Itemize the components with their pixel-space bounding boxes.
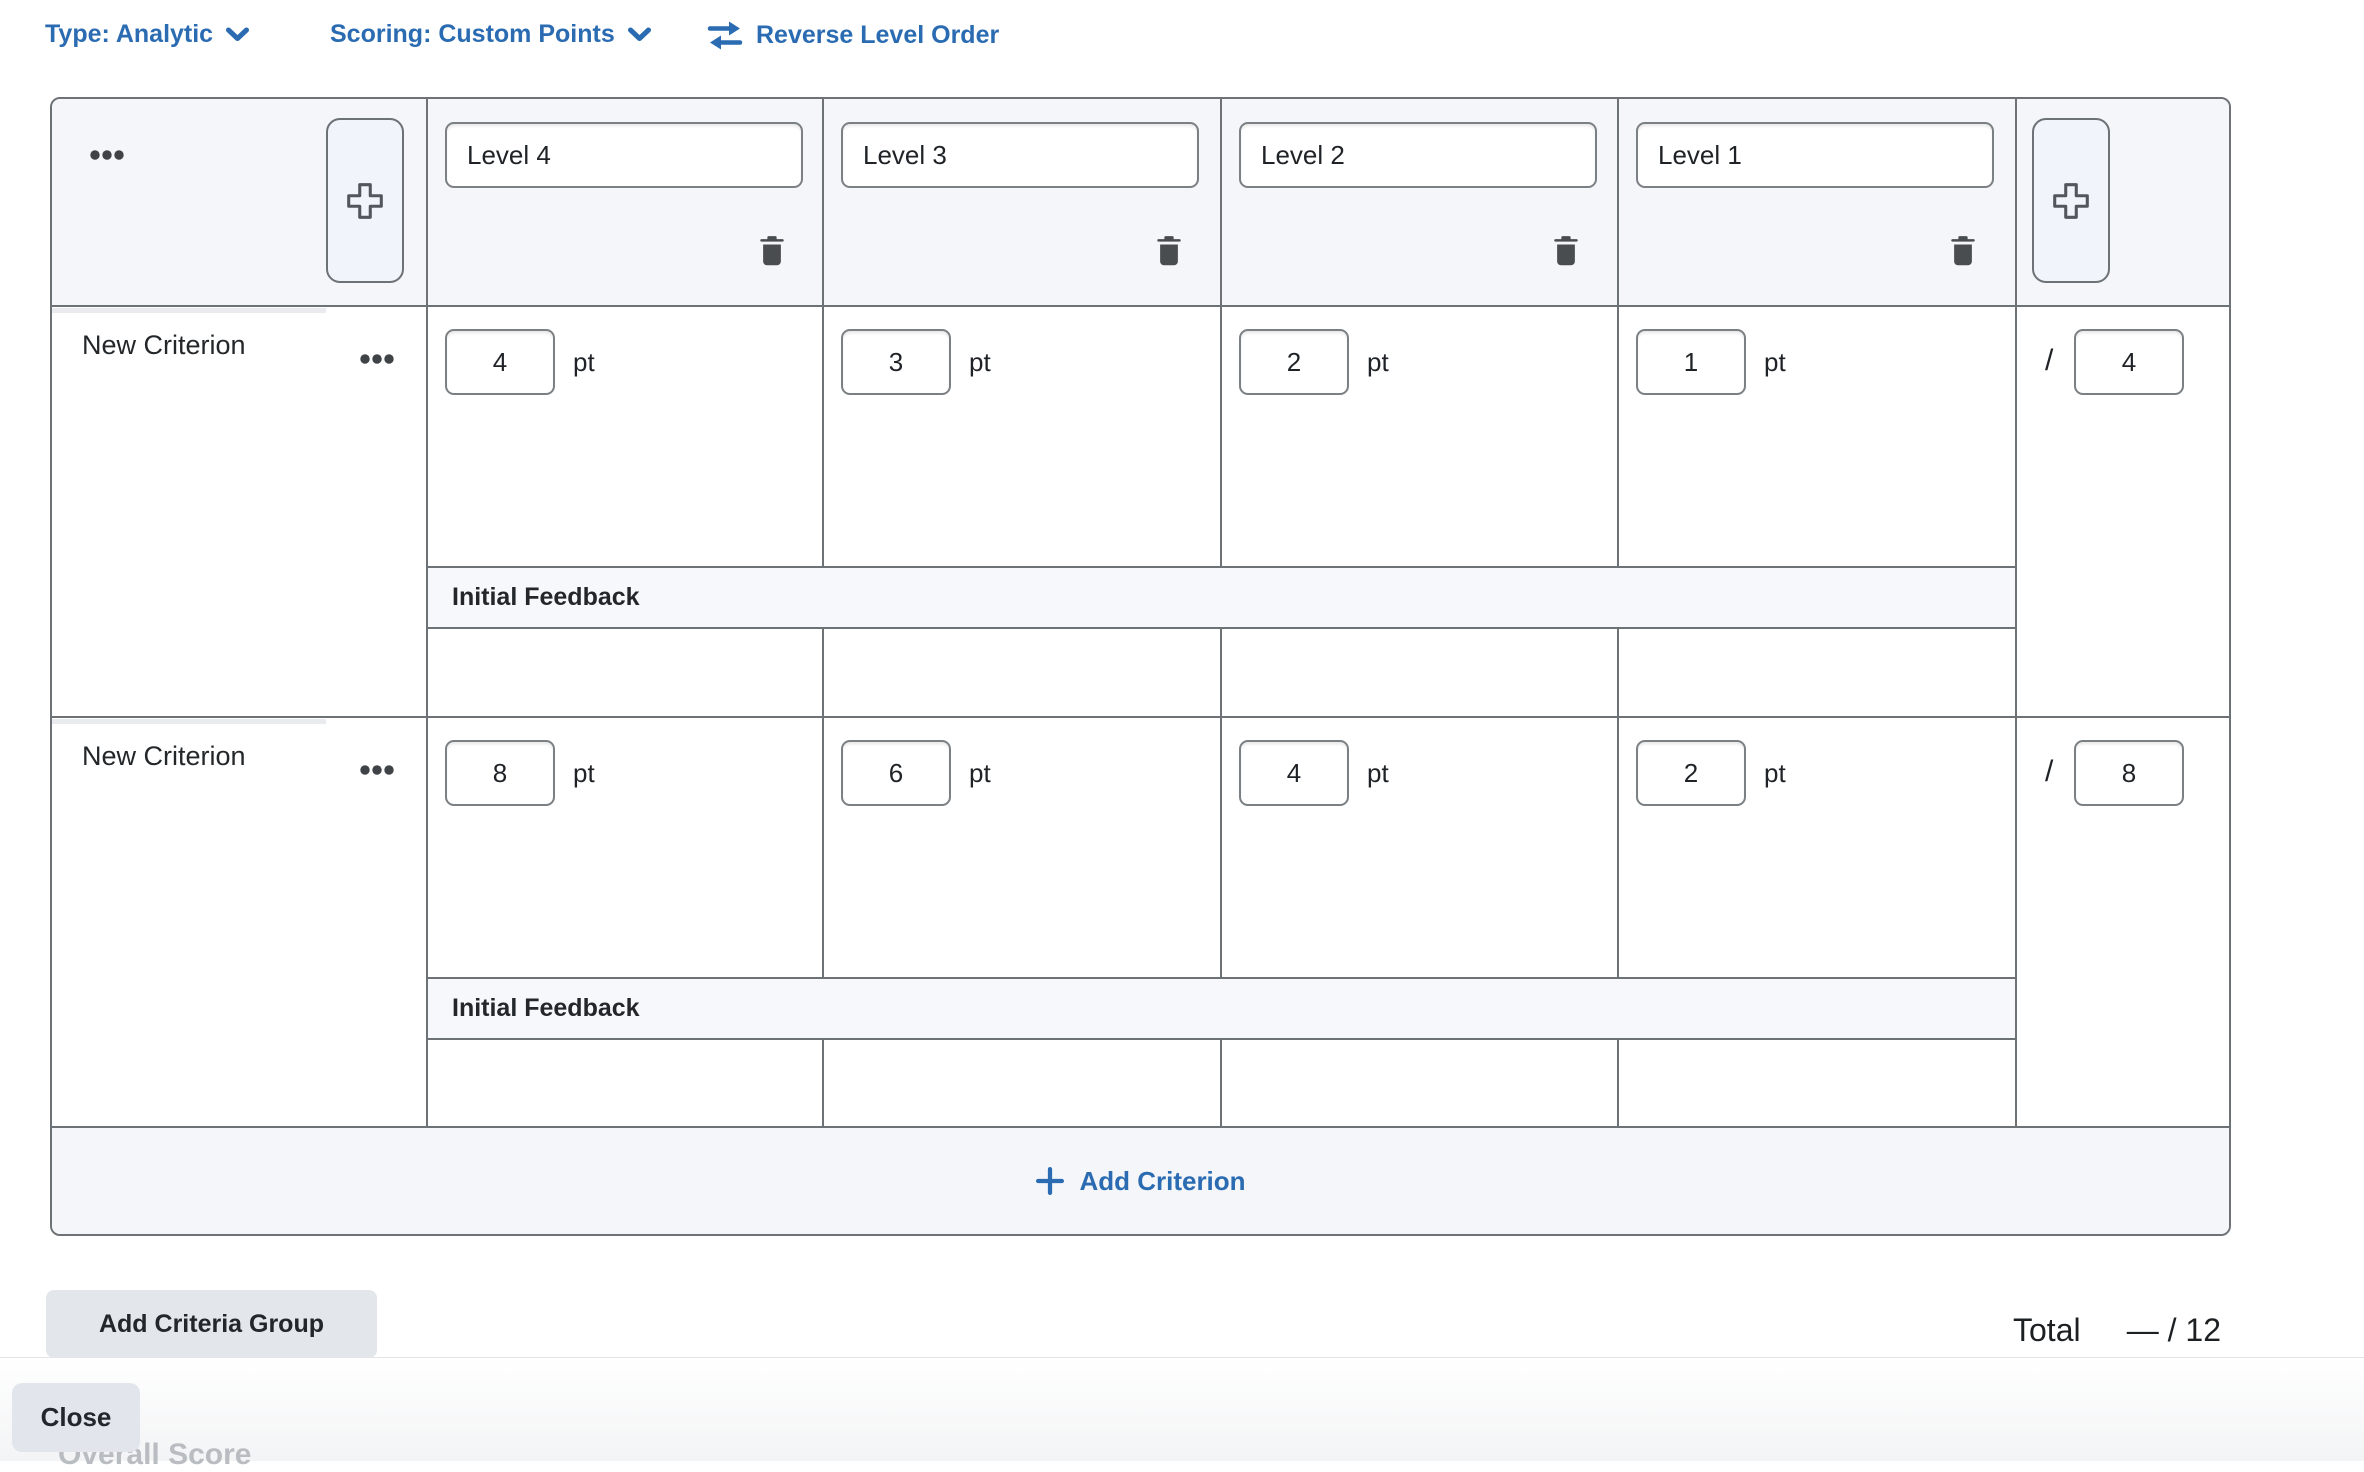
points-input[interactable] <box>1636 740 1746 806</box>
trash-icon <box>1551 234 1581 268</box>
rubric-table: New Criterion pt pt pt pt / Initial Feed… <box>50 97 2231 1236</box>
feedback-cell[interactable] <box>824 629 1218 716</box>
criterion-menu-button[interactable] <box>357 351 397 367</box>
grid-line <box>1220 99 1222 566</box>
footer-band <box>0 1357 2364 1461</box>
add-criterion-button[interactable]: Add Criterion <box>52 1128 2229 1234</box>
add-criterion-label: Add Criterion <box>1079 1166 1245 1197</box>
pt-label: pt <box>1367 758 1389 789</box>
delete-level-button[interactable] <box>1943 231 1983 271</box>
swap-arrows-icon <box>706 20 744 51</box>
feedback-cell[interactable] <box>1222 629 1615 716</box>
grid-line <box>52 305 2229 307</box>
points-input[interactable] <box>841 740 951 806</box>
type-dropdown[interactable]: Type: Analytic <box>45 20 250 49</box>
scoring-dropdown-label: Scoring: Custom Points <box>330 20 615 49</box>
trash-icon <box>1948 234 1978 268</box>
ellipsis-icon <box>360 765 394 775</box>
ellipsis-icon <box>90 150 124 160</box>
feedback-cell[interactable] <box>428 1040 820 1126</box>
feedback-cell[interactable] <box>1619 629 2013 716</box>
points-input[interactable] <box>841 329 951 395</box>
criterion-name[interactable]: New Criterion <box>82 330 246 361</box>
criterion-drag-strip <box>52 719 326 724</box>
grid-line <box>52 716 2229 718</box>
add-criteria-group-button[interactable]: Add Criteria Group <box>46 1290 377 1358</box>
grid-line <box>426 99 428 1126</box>
criteria-group-menu-button[interactable] <box>87 147 127 163</box>
delete-level-button[interactable] <box>1149 231 1189 271</box>
criterion-name[interactable]: New Criterion <box>82 741 246 772</box>
level-name-input[interactable] <box>1239 122 1597 188</box>
initial-feedback-label: Initial Feedback <box>452 979 640 1038</box>
grid-line <box>2015 99 2017 1126</box>
feedback-cell[interactable] <box>824 1040 1218 1126</box>
plus-outline-icon <box>2048 178 2094 224</box>
pt-label: pt <box>573 758 595 789</box>
grid-line <box>822 99 824 566</box>
plus-outline-icon <box>342 178 388 224</box>
add-level-button-right[interactable] <box>2032 118 2110 283</box>
level-name-input[interactable] <box>1636 122 1994 188</box>
grid-line <box>1617 99 1619 566</box>
delete-level-button[interactable] <box>752 231 792 271</box>
pt-label: pt <box>969 347 991 378</box>
criterion-drag-strip <box>52 308 326 313</box>
scoring-dropdown[interactable]: Scoring: Custom Points <box>330 20 652 49</box>
total-label: Total <box>2013 1312 2081 1349</box>
add-level-button-left[interactable] <box>326 118 404 283</box>
level-name-input[interactable] <box>445 122 803 188</box>
pt-label: pt <box>1764 347 1786 378</box>
grid-line <box>426 566 2015 568</box>
pt-label: pt <box>573 347 595 378</box>
feedback-band-background <box>426 568 2015 627</box>
total-row: Total — / 12 <box>2013 1312 2221 1349</box>
out-of-separator: / <box>2045 344 2053 378</box>
points-input[interactable] <box>445 329 555 395</box>
points-input[interactable] <box>1239 740 1349 806</box>
points-input[interactable] <box>1239 329 1349 395</box>
level-name-input[interactable] <box>841 122 1199 188</box>
trash-icon <box>757 234 787 268</box>
plus-icon <box>1035 1166 1065 1196</box>
total-value: — / 12 <box>2127 1312 2221 1349</box>
pt-label: pt <box>969 758 991 789</box>
points-input[interactable] <box>445 740 555 806</box>
ellipsis-icon <box>360 354 394 364</box>
feedback-cell[interactable] <box>1222 1040 1615 1126</box>
criterion-out-of-input[interactable] <box>2074 740 2184 806</box>
close-button[interactable]: Close <box>12 1383 140 1452</box>
delete-level-button[interactable] <box>1546 231 1586 271</box>
criterion-out-of-input[interactable] <box>2074 329 2184 395</box>
pt-label: pt <box>1764 758 1786 789</box>
out-of-separator: / <box>2045 755 2053 789</box>
grid-line <box>426 977 2015 979</box>
trash-icon <box>1154 234 1184 268</box>
initial-feedback-label: Initial Feedback <box>452 568 640 627</box>
points-input[interactable] <box>1636 329 1746 395</box>
reverse-level-order-button[interactable]: Reverse Level Order <box>706 20 999 51</box>
pt-label: pt <box>1367 347 1389 378</box>
criterion-menu-button[interactable] <box>357 762 397 778</box>
feedback-cell[interactable] <box>1619 1040 2013 1126</box>
feedback-band-background <box>426 979 2015 1038</box>
feedback-cell[interactable] <box>428 629 820 716</box>
chevron-down-icon <box>627 26 652 43</box>
chevron-down-icon <box>225 26 250 43</box>
type-dropdown-label: Type: Analytic <box>45 20 213 49</box>
reverse-level-order-label: Reverse Level Order <box>756 21 999 50</box>
